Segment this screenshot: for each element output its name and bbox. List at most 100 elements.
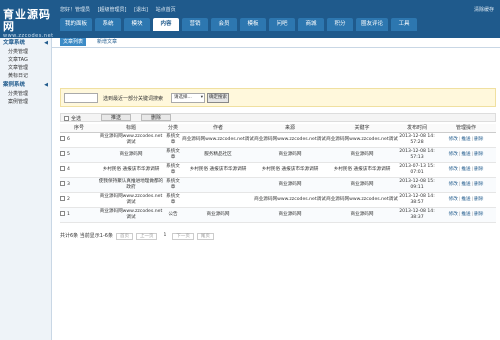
first-page-button[interactable]: 首页 <box>115 232 133 240</box>
nav-tab-tools[interactable]: 工具 <box>391 18 418 31</box>
sidebar-item-article-manage[interactable]: 文章管理 <box>0 64 51 72</box>
nav-tab-dashboard[interactable]: 我的面板 <box>60 18 93 31</box>
col-header-title: 标题 <box>98 124 164 133</box>
sidebar-item-log[interactable]: 黄标日记 <box>0 72 51 80</box>
checkbox-icon[interactable] <box>64 116 69 121</box>
id-cell: 4 <box>60 162 98 178</box>
delete-link[interactable]: 删除 <box>474 212 483 217</box>
edit-link[interactable]: 修改 <box>449 152 458 157</box>
edit-link[interactable]: 修改 <box>449 182 458 187</box>
last-page-button[interactable]: 尾页 <box>196 232 214 240</box>
row-checkbox[interactable] <box>60 166 65 172</box>
collapse-arrow-icon[interactable]: ◀ <box>44 38 48 48</box>
push-link[interactable]: 推送 <box>461 197 470 202</box>
col-header-ops: 管理操作 <box>436 124 496 133</box>
edit-link[interactable]: 修改 <box>449 167 458 172</box>
time-cell: 2013-12-08 15:09:11 <box>398 177 436 193</box>
delete-button[interactable]: 删除 <box>141 114 171 121</box>
sidebar-section-cases[interactable]: 案例系统 ◀ <box>0 80 51 90</box>
site-logo: 育业源码网 www.zzcodes.net <box>3 8 58 40</box>
col-header-category: 分类 <box>164 124 182 133</box>
nav-tab-templates[interactable]: 模板 <box>240 18 267 31</box>
main-nav: 我的面板 系统 模块 内容 营销 会员 模板 问吧 商城 积分 圈友评论 工具 <box>60 18 420 31</box>
action-bar: 全选 推送 删除 <box>60 113 496 122</box>
role-link[interactable]: [超级管理员] <box>98 7 127 13</box>
sidebar-section-title: 文章系统 <box>3 40 26 46</box>
clear-cache-link[interactable]: 清除缓存 <box>474 6 494 13</box>
table-row: 2 商业源码网www.zzcodes.net调试 系统文章 商业源码网www.z… <box>60 192 496 208</box>
collapse-arrow-icon[interactable]: ◀ <box>44 80 48 90</box>
sidebar-section-articles[interactable]: 文章系统 ◀ <box>0 38 51 48</box>
source-cell: 乡村民俗 通报该市华源调研 <box>254 162 326 178</box>
sidebar-item-article-tags[interactable]: 文章TAG <box>0 56 51 64</box>
nav-tab-marketing[interactable]: 营销 <box>182 18 209 31</box>
nav-tab-comments[interactable]: 圈友评论 <box>356 18 389 31</box>
ops-cell: 修改|推送|删除 <box>436 132 496 148</box>
sidebar-item-article-categories[interactable]: 分类管理 <box>0 48 51 56</box>
push-link[interactable]: 推送 <box>461 212 470 217</box>
title-cell[interactable]: 商业源码网www.zzcodes.net调试 <box>98 207 164 223</box>
delete-link[interactable]: 删除 <box>474 167 483 172</box>
nav-tab-points[interactable]: 积分 <box>327 18 354 31</box>
current-page: 1 <box>163 232 167 238</box>
category-cell: 系统文章 <box>164 147 182 163</box>
delete-link[interactable]: 删除 <box>474 182 483 187</box>
nav-tab-members[interactable]: 会员 <box>211 18 238 31</box>
logo-title: 育业源码网 <box>3 8 51 33</box>
title-cell[interactable]: 乡村民俗 通报该市华源调研 <box>98 162 164 178</box>
ops-cell: 修改|推送|删除 <box>436 162 496 178</box>
push-link[interactable]: 推送 <box>461 137 470 142</box>
edit-link[interactable]: 修改 <box>449 197 458 202</box>
category-cell: 系统文章 <box>164 162 182 178</box>
time-cell: 2013-12-08 14:57:28 <box>398 132 436 148</box>
next-page-button[interactable]: 下一页 <box>172 232 194 240</box>
search-input[interactable] <box>64 93 98 103</box>
sub-tabs: 文章列表 新增文章 <box>60 38 128 46</box>
sidebar-item-case-manage[interactable]: 案例管理 <box>0 98 51 106</box>
site-home-link[interactable]: 站点首页 <box>156 7 176 13</box>
title-cell[interactable]: 使我保持聚认真推进地理做都的政府 <box>98 177 164 193</box>
delete-link[interactable]: 删除 <box>474 152 483 157</box>
prev-page-button[interactable]: 上一页 <box>135 232 158 240</box>
sidebar-item-case-categories[interactable]: 分类管理 <box>0 90 51 98</box>
delete-link[interactable]: 删除 <box>474 197 483 202</box>
title-cell[interactable]: 商业源码网 <box>98 147 164 163</box>
delete-link[interactable]: 删除 <box>474 137 483 142</box>
row-id: 1 <box>67 212 70 218</box>
category-select[interactable]: 请选择... ▾ <box>171 93 205 103</box>
search-label: 选到最近一部分关键词搜索 <box>103 96 164 102</box>
nav-tab-system[interactable]: 系统 <box>95 18 122 31</box>
push-button[interactable]: 推送 <box>101 114 131 121</box>
author-cell: 乡村民俗 通报该市华源调研 <box>182 162 254 178</box>
nav-tab-qa[interactable]: 问吧 <box>269 18 296 31</box>
keywords-cell: 商业源码网www.zzcodes.net调试 <box>326 132 398 148</box>
keywords-cell: 商业源码网 <box>326 147 398 163</box>
row-checkbox[interactable] <box>60 211 65 217</box>
logout-link[interactable]: [退出] <box>134 7 148 13</box>
search-button[interactable]: 确定搜索 <box>207 93 229 103</box>
edit-link[interactable]: 修改 <box>449 212 458 217</box>
title-cell[interactable]: 商业源码网www.zzcodes.net调试 <box>98 132 164 148</box>
title-cell[interactable]: 商业源码网www.zzcodes.net调试 <box>98 192 164 208</box>
row-checkbox[interactable] <box>60 196 65 202</box>
tab-add-article[interactable]: 新增文章 <box>94 38 120 46</box>
push-link[interactable]: 推送 <box>461 167 470 172</box>
select-all-checkbox[interactable]: 全选 <box>64 115 81 122</box>
push-link[interactable]: 推送 <box>461 182 470 187</box>
time-cell: 2013-12-08 14:38:37 <box>398 207 436 223</box>
source-cell: 商业源码网 <box>254 207 326 223</box>
nav-tab-content[interactable]: 内容 <box>153 18 180 31</box>
search-panel: 选到最近一部分关键词搜索 请选择... ▾ 确定搜索 <box>60 88 496 107</box>
table-row: 4 乡村民俗 通报该市华源调研 系统文章 乡村民俗 通报该市华源调研 乡村民俗 … <box>60 162 496 178</box>
row-checkbox[interactable] <box>60 151 65 157</box>
row-id: 6 <box>67 137 70 143</box>
row-checkbox[interactable] <box>60 181 65 187</box>
edit-link[interactable]: 修改 <box>449 137 458 142</box>
tab-article-list[interactable]: 文章列表 <box>60 38 87 46</box>
ops-cell: 修改|推送|删除 <box>436 147 496 163</box>
nav-tab-modules[interactable]: 模块 <box>124 18 151 31</box>
row-checkbox[interactable] <box>60 136 65 142</box>
keywords-cell: 商业源码网 <box>326 207 398 223</box>
push-link[interactable]: 推送 <box>461 152 470 157</box>
nav-tab-shop[interactable]: 商城 <box>298 18 325 31</box>
